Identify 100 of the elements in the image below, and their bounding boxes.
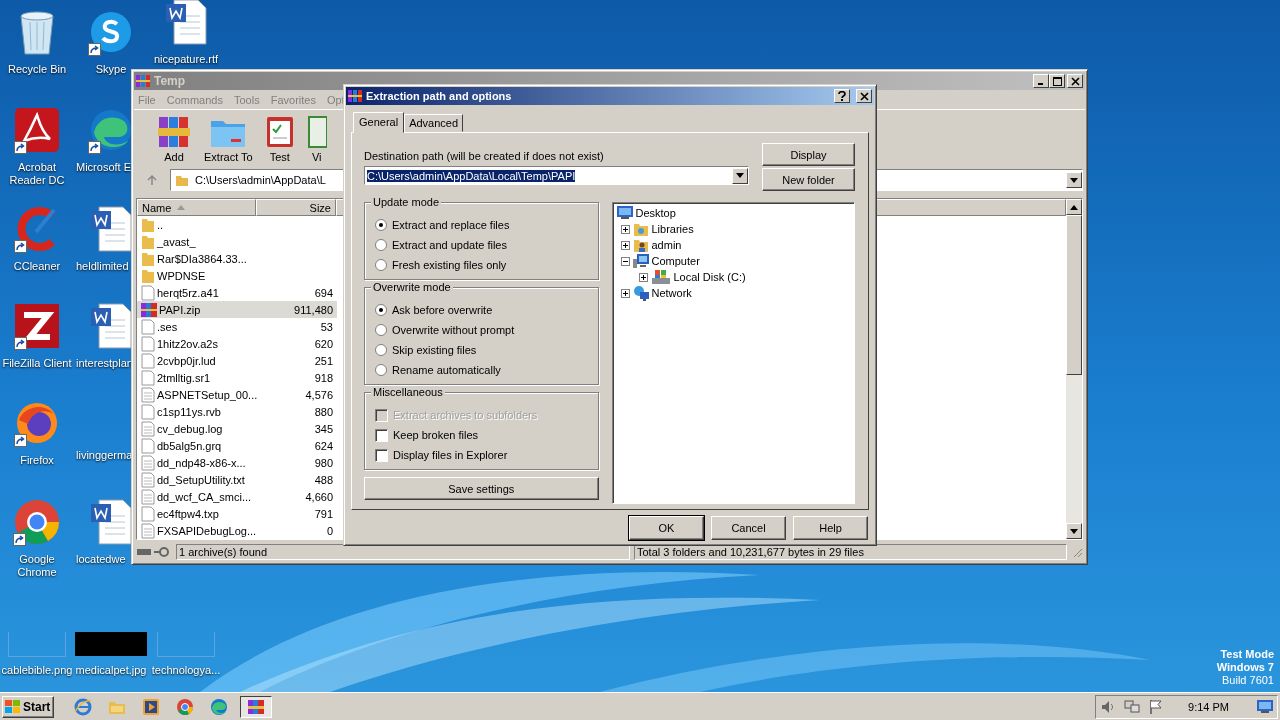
column-header[interactable]: Name [137,199,256,216]
toolbar-button[interactable]: Extract To [198,115,259,163]
document-app-icon[interactable] [14,107,60,153]
scroll-up-icon[interactable] [1070,204,1078,210]
file-row[interactable]: .ses 53 [137,318,337,335]
document-icon[interactable] [89,498,133,546]
desktop-icon-label[interactable]: heldlimited [76,260,129,273]
clock[interactable]: 9:14 PM [1188,700,1229,713]
resize-grip-icon[interactable] [1071,546,1083,558]
file-row[interactable]: herqt5rz.a41 694 [137,284,337,301]
tree-item[interactable]: Network [632,285,692,301]
close-button[interactable] [856,89,872,103]
file-row[interactable]: WPDNSE [137,267,337,284]
desktop-icon-label[interactable]: CCleaner [13,260,61,273]
document-icon[interactable] [89,205,133,253]
file-row[interactable]: _avast_ [137,233,337,250]
file-row[interactable]: db5alg5n.grq 624 [137,437,337,454]
dialog-button[interactable]: Display [762,143,855,166]
file-row[interactable]: PAPI.zip 911,480 [137,301,337,318]
start-button[interactable]: Start [2,695,54,718]
expand-toggle[interactable] [620,256,630,266]
file-row[interactable]: dd_SetupUtility.txt 488 [137,471,337,488]
image-thumbnail[interactable] [8,631,66,657]
file-row[interactable]: 2tmlltig.sr1 918 [137,369,337,386]
expand-toggle[interactable] [638,272,648,282]
radio-button[interactable] [375,304,387,316]
desktop-icon-label[interactable]: Microsoft E [76,161,131,174]
tab[interactable]: General [353,112,405,133]
close-button[interactable] [1067,74,1083,88]
app-tile-icon[interactable] [14,303,60,349]
document-icon[interactable] [164,0,208,46]
tree-item[interactable]: Desktop [616,205,850,221]
path-combo-box[interactable]: C:\Users\admin\AppData\Local\Temp\PAPI [364,166,749,185]
toolbar-button[interactable]: Test [258,113,301,163]
radio-option[interactable]: Fresh existing files only [375,257,590,273]
desktop-icon-label[interactable]: Skype [95,63,127,76]
globe-icon[interactable] [14,400,60,446]
file-row[interactable]: c1sp11ys.rvb 880 [137,403,337,420]
expand-toggle[interactable] [620,224,630,234]
file-row[interactable]: FXSAPIDebugLog... 0 [137,522,337,539]
radio-button[interactable] [375,259,387,271]
checkbox[interactable] [375,428,388,442]
tree-item[interactable]: Local Disk (C:) [650,269,746,285]
desktop-icon-label[interactable]: nicepature.rtf [153,53,219,66]
file-row[interactable]: ASPNETSetup_00... 4,576 [137,386,337,403]
file-row[interactable]: ec4ftpw4.txp 791 [137,505,337,522]
file-row[interactable]: 2cvbp0jr.lud 251 [137,352,337,369]
file-row[interactable]: .. [137,216,337,233]
dropdown-button[interactable] [1066,172,1082,188]
radio-button[interactable] [375,219,387,231]
radio-option[interactable]: Skip existing files [375,342,590,358]
image-thumbnail[interactable] [157,631,215,657]
desktop-icon-label[interactable]: FileZilla Client [2,357,72,370]
taskbar-app-button[interactable] [240,695,272,718]
scrollbar[interactable] [1066,199,1082,539]
toolbar-button[interactable]: Vi [300,113,333,163]
expand-toggle[interactable] [620,288,630,298]
file-row[interactable]: Rar$DIa3864.33... [137,250,337,267]
dialog-button[interactable]: OK [629,516,704,540]
scroll-down-icon[interactable] [1070,528,1078,534]
desktop-icon-label[interactable]: Acrobat Reader DC [0,161,74,187]
file-row[interactable]: dd_ndp48-x86-x... 980 [137,454,337,471]
radio-button[interactable] [375,364,387,376]
network-icon[interactable] [1124,698,1141,715]
tree-item[interactable]: Computer [632,253,700,269]
dialog-button[interactable]: New folder [762,168,855,191]
browser-icon[interactable] [88,107,134,153]
desktop-icon-label[interactable]: locatedwe [76,553,126,566]
document-icon[interactable] [89,302,133,350]
radio-button[interactable] [375,324,387,336]
checkbox[interactable] [375,448,388,462]
checkbox-option[interactable]: Display files in Explorer [375,447,590,463]
trash-can-icon[interactable] [17,8,57,56]
image-thumbnail[interactable] [75,632,147,656]
browser-icon[interactable] [13,498,61,546]
tree-item[interactable]: admin [632,237,682,253]
chat-icon[interactable] [88,9,134,55]
toolbar-button[interactable]: Add [150,113,198,163]
minimize-button[interactable] [1033,74,1049,88]
checkbox-option[interactable]: Keep broken files [375,427,590,443]
radio-option[interactable]: Overwrite without prompt [375,322,590,338]
maximize-button[interactable] [1049,74,1065,88]
save-settings-button[interactable]: Save settings [364,477,599,500]
file-row[interactable]: dd_wcf_CA_smci... 4,660 [137,488,337,505]
radio-option[interactable]: Extract and update files [375,237,590,253]
expand-toggle[interactable] [620,240,630,250]
dropdown-button[interactable] [732,167,748,184]
radio-option[interactable]: Extract and replace files [375,217,590,233]
column-header[interactable]: Size [256,199,336,216]
radio-option[interactable]: Rename automatically [375,362,590,378]
radio-option[interactable]: Ask before overwrite [375,302,590,318]
dialog-button[interactable]: Help [793,516,868,540]
desktop-icon-label[interactable]: Recycle Bin [7,63,67,76]
file-row[interactable]: 1hitz2ov.a2s 620 [137,335,337,352]
tab[interactable]: Advanced [404,114,464,132]
radio-button[interactable] [375,344,387,356]
tree-item[interactable]: Libraries [632,221,694,237]
desktop-icon-label[interactable]: Firefox [20,454,54,467]
radio-button[interactable] [375,239,387,251]
show-desktop-icon[interactable] [1257,699,1273,714]
